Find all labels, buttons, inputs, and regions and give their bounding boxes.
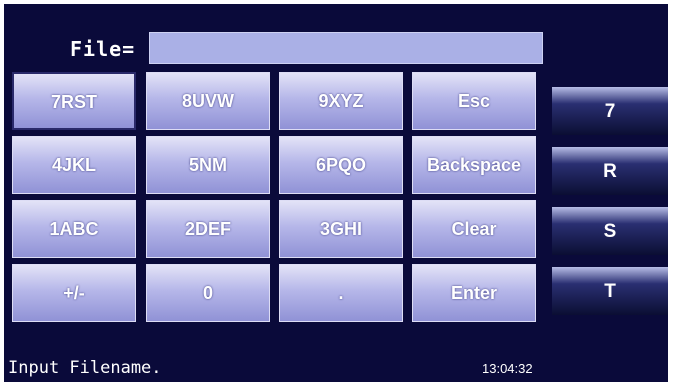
clear-button[interactable]: Clear [412, 200, 536, 258]
key-9xyz[interactable]: 9XYZ [279, 72, 403, 130]
filename-input[interactable] [149, 32, 543, 64]
esc-button[interactable]: Esc [412, 72, 536, 130]
char-option-7[interactable]: 7 [552, 87, 668, 135]
file-label: File= [70, 37, 136, 61]
key-plus-minus[interactable]: +/- [12, 264, 136, 322]
key-8uvw[interactable]: 8UVW [146, 72, 270, 130]
char-option-r[interactable]: R [552, 147, 668, 195]
status-message: Input Filename. [8, 358, 162, 378]
clock: 13:04:32 [482, 361, 533, 376]
key-7rst[interactable]: 7RST [12, 72, 136, 130]
key-0[interactable]: 0 [146, 264, 270, 322]
char-option-t[interactable]: T [552, 267, 668, 315]
device-frame: File= 7RST 8UVW 9XYZ Esc 4JKL 5NM 6PQO B… [0, 0, 673, 388]
key-5nm[interactable]: 5NM [146, 136, 270, 194]
backspace-button[interactable]: Backspace [412, 136, 536, 194]
key-3ghi[interactable]: 3GHI [279, 200, 403, 258]
key-1abc[interactable]: 1ABC [12, 200, 136, 258]
key-6pqo[interactable]: 6PQO [279, 136, 403, 194]
key-2def[interactable]: 2DEF [146, 200, 270, 258]
enter-button[interactable]: Enter [412, 264, 536, 322]
char-option-s[interactable]: S [552, 207, 668, 255]
key-dot[interactable]: . [279, 264, 403, 322]
key-4jkl[interactable]: 4JKL [12, 136, 136, 194]
screen: File= 7RST 8UVW 9XYZ Esc 4JKL 5NM 6PQO B… [4, 4, 668, 382]
